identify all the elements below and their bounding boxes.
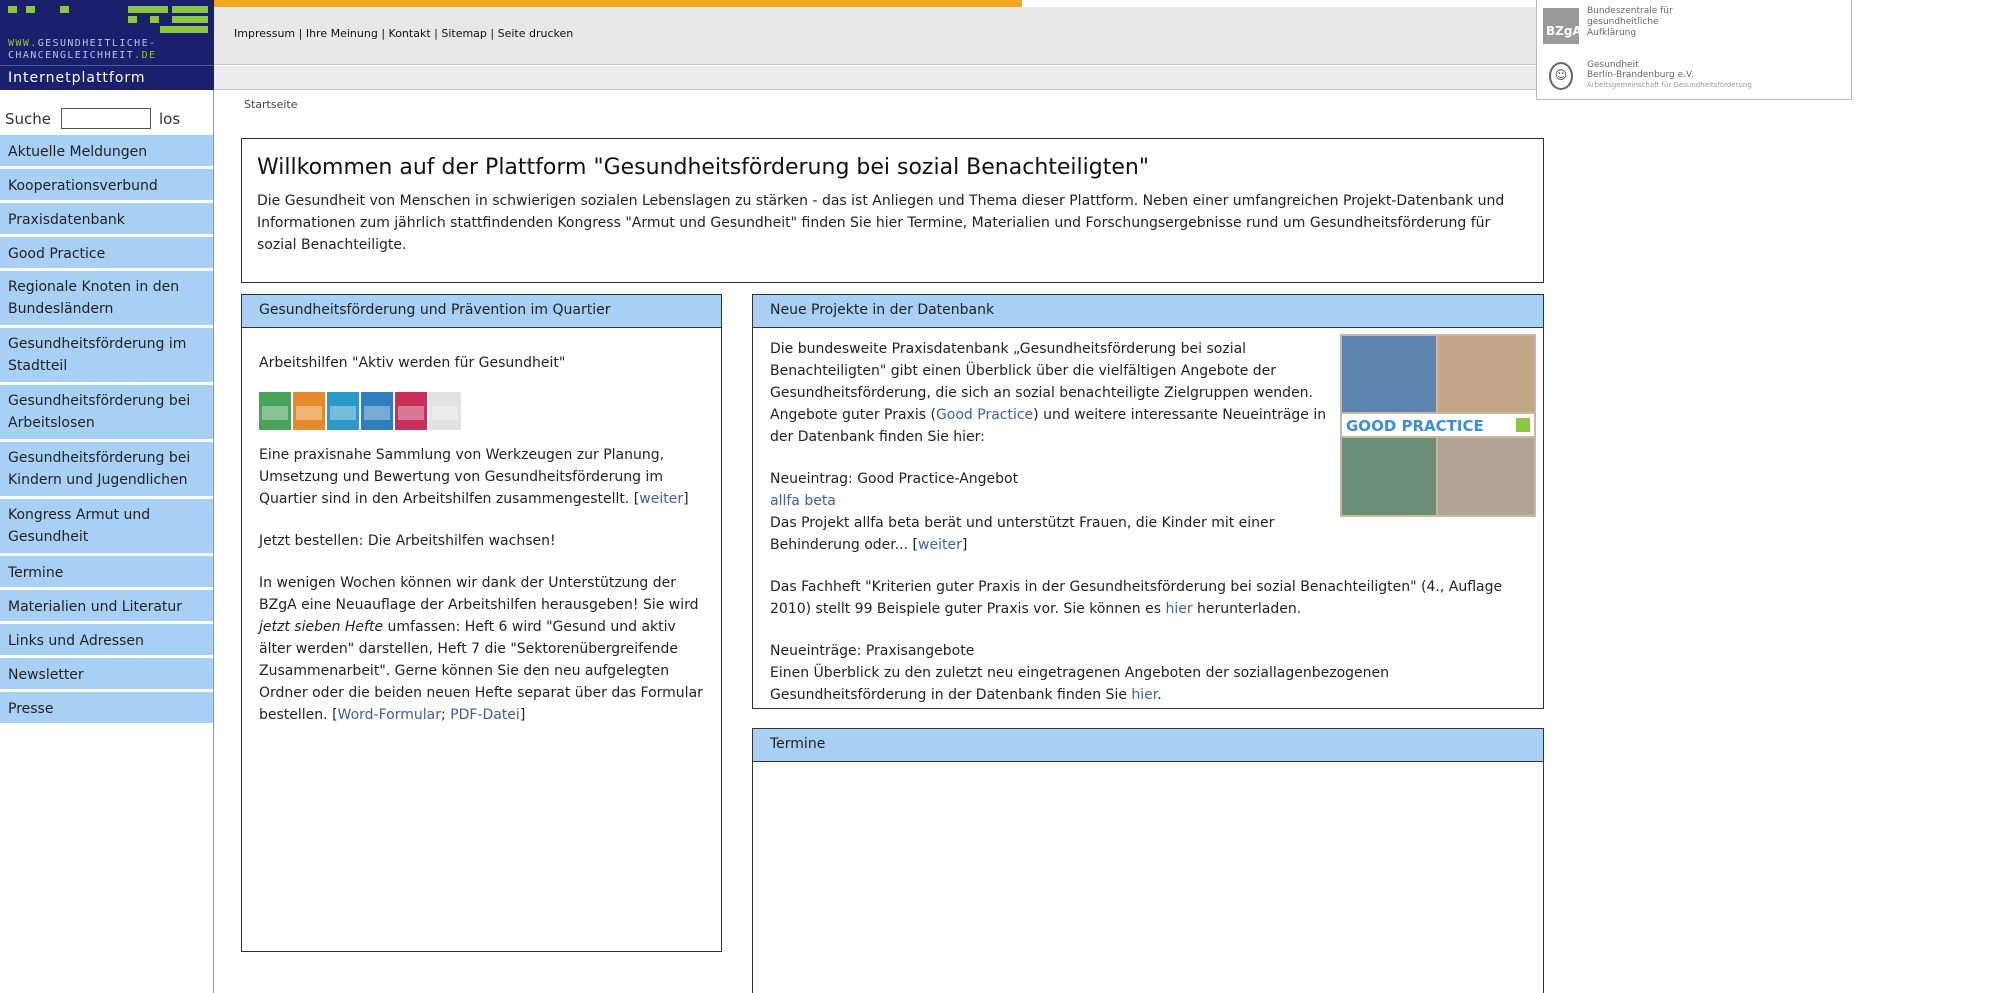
booklet-cover-2[interactable]	[293, 392, 325, 430]
bzga-logo[interactable]: BZgA	[1543, 8, 1582, 44]
gbb-name: Gesundheit Berlin-Brandenburg e.V. Arbei…	[1587, 60, 1752, 89]
welcome-text: Die Gesundheit von Menschen in schwierig…	[257, 193, 1505, 253]
quartier-para2: Jetzt bestellen: Die Arbeitshilfen wachs…	[259, 533, 556, 549]
util-link-impressum[interactable]: Impressum	[234, 27, 295, 40]
top-accent-line	[214, 0, 1022, 7]
sidebar-item-termine[interactable]: Termine	[0, 556, 213, 590]
util-separator: |	[486, 27, 498, 40]
platform-label: Internetplattform	[0, 65, 214, 90]
sidebar-item-good-practice[interactable]: Good Practice	[0, 237, 213, 271]
quartier-header[interactable]: Gesundheitsförderung und Prävention im Q…	[242, 295, 721, 328]
booklet-cover-1[interactable]	[259, 392, 291, 430]
search-row: Suche los	[0, 90, 213, 135]
sidebar-item-newsletter[interactable]: Newsletter	[0, 658, 213, 692]
search-button[interactable]: los	[159, 110, 180, 128]
termine-box: Termine	[752, 728, 1544, 993]
allfa-beta-link[interactable]: allfa beta	[770, 493, 836, 509]
quartier-subtitle: Arbeitshilfen "Aktiv werden für Gesundhe…	[259, 355, 566, 371]
partner-logos: BZgA Bundeszentrale für gesundheitliche …	[1536, 0, 1852, 100]
utility-nav: Impressum | Ihre Meinung | Kontakt | Sit…	[234, 27, 573, 40]
breadcrumb[interactable]: Startseite	[244, 98, 298, 111]
new-entry-text: Das Projekt allfa beta berät und unterst…	[770, 515, 1275, 553]
pdf-datei-link[interactable]: PDF-Datei	[450, 707, 520, 723]
word-formular-link[interactable]: Word-Formular	[338, 707, 441, 723]
praxis-title: Neueinträge: Praxisangebote	[770, 643, 975, 659]
sidebar-item-stadtteil[interactable]: Gesundheitsförderung im Stadtteil	[0, 328, 213, 385]
projekte-box: Neue Projekte in der Datenbank GOOD PRAC…	[752, 294, 1544, 709]
sidebar-item-presse[interactable]: Presse	[0, 692, 213, 726]
sidebar: Suche los Aktuelle Meldungen Kooperation…	[0, 90, 214, 993]
search-label: Suche	[5, 109, 52, 128]
utility-bar: Impressum | Ihre Meinung | Kontakt | Sit…	[214, 7, 1536, 65]
util-link-ihre-meinung[interactable]: Ihre Meinung	[306, 27, 378, 40]
good-practice-link[interactable]: Good Practice	[936, 407, 1033, 423]
sidebar-item-links[interactable]: Links und Adressen	[0, 624, 213, 658]
booklet-cover-6[interactable]	[429, 392, 461, 430]
booklet-cover-4[interactable]	[361, 392, 393, 430]
util-link-kontakt[interactable]: Kontakt	[389, 27, 431, 40]
gbb-logo-icon[interactable]: ☺	[1549, 62, 1573, 90]
sidebar-item-materialien[interactable]: Materialien und Literatur	[0, 590, 213, 624]
logo-text-line2: CHANCENGLEICHHEIT.DE	[8, 50, 157, 61]
projekte-weiter-link[interactable]: weiter	[918, 537, 962, 553]
good-practice-label: GOOD PRACTICE	[1342, 414, 1534, 436]
fachheft-text: Das Fachheft "Kriterien guter Praxis in …	[770, 579, 1503, 617]
quartier-box: Gesundheitsförderung und Prävention im Q…	[241, 294, 722, 952]
quartier-para3: In wenigen Wochen können wir dank der Un…	[259, 575, 703, 723]
site-logo[interactable]: WWW.GESUNDHEITLICHE- CHANCENGLEICHHEIT.D…	[0, 0, 214, 65]
util-separator: |	[295, 27, 306, 40]
sidebar-item-kongress[interactable]: Kongress Armut und Gesundheit	[0, 499, 213, 556]
util-separator: |	[430, 27, 442, 40]
sidebar-item-kinder-jugendliche[interactable]: Gesundheitsförderung bei Kindern und Jug…	[0, 442, 213, 499]
fachheft-download-link[interactable]: hier	[1165, 601, 1192, 617]
welcome-box: Willkommen auf der Plattform "Gesundheit…	[241, 138, 1544, 283]
projekte-header[interactable]: Neue Projekte in der Datenbank	[753, 295, 1543, 328]
booklet-cover-5[interactable]	[395, 392, 427, 430]
sidebar-item-regionale-knoten[interactable]: Regionale Knoten in den Bundesländern	[0, 271, 213, 328]
logo-text-line1: WWW.GESUNDHEITLICHE-	[8, 38, 157, 49]
booklet-cover-3[interactable]	[327, 392, 359, 430]
good-practice-image[interactable]: GOOD PRACTICE	[1340, 334, 1536, 517]
termine-header[interactable]: Termine	[753, 729, 1543, 762]
praxis-hier-link[interactable]: hier	[1131, 687, 1157, 703]
bzga-name: Bundeszentrale für gesundheitliche Aufkl…	[1587, 6, 1673, 38]
sidebar-item-arbeitslosen[interactable]: Gesundheitsförderung bei Arbeitslosen	[0, 385, 213, 442]
sidebar-item-kooperationsverbund[interactable]: Kooperationsverbund	[0, 169, 213, 203]
search-input[interactable]	[61, 108, 152, 129]
quartier-para1: Eine praxisnahe Sammlung von Werkzeugen …	[259, 447, 689, 507]
util-link-sitemap[interactable]: Sitemap	[441, 27, 487, 40]
booklet-covers[interactable]	[259, 392, 704, 430]
util-link-seite-drucken[interactable]: Seite drucken	[498, 27, 574, 40]
sub-bar	[214, 66, 1536, 90]
quartier-weiter-link[interactable]: weiter	[639, 491, 683, 507]
sidebar-item-aktuelle-meldungen[interactable]: Aktuelle Meldungen	[0, 135, 213, 169]
util-separator: |	[377, 27, 389, 40]
sidebar-item-praxisdatenbank[interactable]: Praxisdatenbank	[0, 203, 213, 237]
page-title: Willkommen auf der Plattform "Gesundheit…	[257, 155, 1149, 180]
praxis-text: Einen Überblick zu den zuletzt neu einge…	[770, 665, 1390, 703]
